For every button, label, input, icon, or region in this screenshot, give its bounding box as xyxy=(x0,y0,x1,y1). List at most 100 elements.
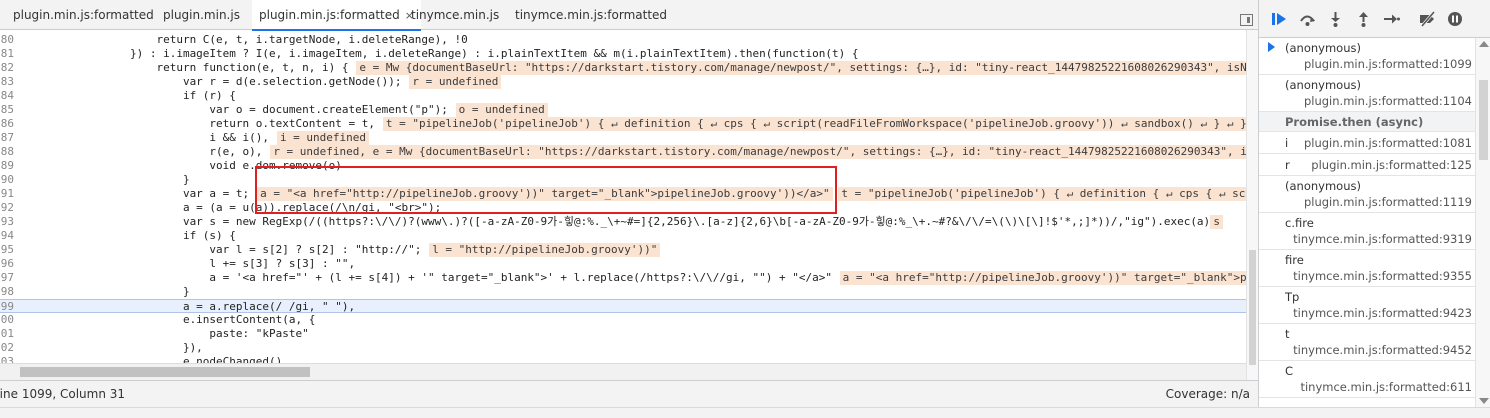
code-view[interactable]: 80 return C(e, t, i.targetNode, i.delete… xyxy=(0,30,1246,363)
call-frame-location[interactable]: tinymce.min.js:formatted:9452 xyxy=(1293,343,1472,357)
line-number[interactable]: 94 xyxy=(0,229,14,243)
call-frame[interactable]: Tp tinymce.min.js:formatted:9423 xyxy=(1259,287,1475,324)
call-frame-location[interactable]: plugin.min.js:formatted:1099 xyxy=(1304,57,1472,71)
code-line[interactable]: 84 if (r) { xyxy=(0,89,1246,103)
call-frame-location[interactable]: tinymce.min.js:formatted:611 xyxy=(1300,380,1472,394)
call-frame[interactable]: c.fire tinymce.min.js:formatted:9319 xyxy=(1259,213,1475,250)
step-into-icon[interactable] xyxy=(1327,11,1344,27)
call-frame-location[interactable]: tinymce.min.js:formatted:9423 xyxy=(1293,306,1472,320)
horizontal-scrollbar-thumb[interactable] xyxy=(20,367,310,377)
code-line[interactable]: 81 }) : i.imageItem ? I(e, i.imageItem, … xyxy=(0,47,1246,61)
call-frame[interactable]: t tinymce.min.js:formatted:9452 xyxy=(1259,324,1475,361)
step-icon[interactable] xyxy=(1383,11,1400,27)
code-line[interactable]: 94 if (s) { xyxy=(0,229,1246,243)
inline-value[interactable]: i = undefined xyxy=(276,131,370,145)
call-frame-location[interactable]: tinymce.min.js:formatted:9355 xyxy=(1293,269,1472,283)
inline-value[interactable]: a = "<a href="http://pipelineJob.groovy'… xyxy=(839,271,1246,285)
line-number[interactable]: 93 xyxy=(0,215,14,229)
line-number[interactable]: 80 xyxy=(0,33,14,47)
tab-tinymce-min-js[interactable]: tinymce.min.js xyxy=(411,0,499,30)
resume-icon[interactable] xyxy=(1271,11,1288,27)
code-line[interactable]: 90 } xyxy=(0,173,1246,187)
inline-value[interactable]: t = "pipelineJob('pipelineJob') { ↵ defi… xyxy=(382,117,1246,131)
code-line[interactable]: 93 var s = new RegExp(/((https?:\/\/)?(w… xyxy=(0,215,1246,229)
scroll-down-icon[interactable] xyxy=(1479,398,1489,404)
code-line[interactable]: 102 }), xyxy=(0,341,1246,355)
step-out-icon[interactable] xyxy=(1355,11,1372,27)
call-frame[interactable]: (anonymous) plugin.min.js:formatted:1099 xyxy=(1259,38,1475,75)
call-frame-location[interactable]: tinymce.min.js:formatted:9319 xyxy=(1293,232,1472,246)
line-number[interactable]: 88 xyxy=(0,145,14,159)
line-number[interactable]: 86 xyxy=(0,117,14,131)
code-line[interactable]: 87 i && i(), i = undefined xyxy=(0,131,1246,145)
vertical-scrollbar-thumb[interactable] xyxy=(1249,250,1256,365)
code-line[interactable]: 98 } xyxy=(0,285,1246,299)
code-line[interactable]: 103 e.nodeChanged() xyxy=(0,355,1246,363)
pause-on-exceptions-icon[interactable] xyxy=(1447,11,1464,27)
tab-tinymce-min-js-formatted[interactable]: tinymce.min.js:formatted xyxy=(515,0,667,30)
code-line[interactable]: 100 e.insertContent(a, { xyxy=(0,313,1246,327)
line-number[interactable]: 85 xyxy=(0,103,14,117)
line-number[interactable]: 83 xyxy=(0,75,14,89)
call-frame-location[interactable]: plugin.min.js:formatted:125 xyxy=(1311,158,1472,172)
scroll-up-icon[interactable] xyxy=(1479,41,1489,47)
line-number[interactable]: 82 xyxy=(0,61,14,75)
call-frame[interactable]: fire tinymce.min.js:formatted:9355 xyxy=(1259,250,1475,287)
tab-plugin-min-js[interactable]: plugin.min.js xyxy=(163,0,240,30)
line-number[interactable]: 96 xyxy=(0,257,14,271)
call-stack-scrollbar-thumb[interactable] xyxy=(1479,80,1488,160)
code-line[interactable]: 80 return C(e, t, i.targetNode, i.delete… xyxy=(0,33,1246,47)
call-frame-location[interactable]: plugin.min.js:formatted:1081 xyxy=(1304,136,1472,150)
line-number[interactable]: 103 xyxy=(0,355,14,363)
call-frame-location[interactable]: plugin.min.js:formatted:1119 xyxy=(1304,195,1472,209)
inline-value[interactable]: o = undefined xyxy=(455,103,548,117)
code-line[interactable]: 95 var l = s[2] ? s[2] : "http://"; l = "… xyxy=(0,243,1246,257)
call-frame[interactable]: r plugin.min.js:formatted:125 xyxy=(1259,154,1475,176)
tab-plugin-min-js-formatted-1[interactable]: plugin.min.js:formatted xyxy=(13,0,154,30)
inline-value[interactable]: r = undefined xyxy=(409,75,502,89)
toggle-debugger-panel-icon[interactable] xyxy=(1240,14,1253,26)
line-number[interactable]: 81 xyxy=(0,47,14,61)
inline-value[interactable]: r = undefined, e = Mw {documentBaseUrl: … xyxy=(270,145,1246,159)
deactivate-breakpoints-icon[interactable] xyxy=(1419,11,1436,27)
step-over-icon[interactable] xyxy=(1299,11,1316,27)
inline-value[interactable]: s xyxy=(1210,215,1223,229)
code-line[interactable]: 89 void e.dom.remove(o) xyxy=(0,159,1246,173)
line-number[interactable]: 99 xyxy=(0,300,14,314)
horizontal-scrollbar[interactable] xyxy=(0,363,1246,380)
call-frame[interactable]: i plugin.min.js:formatted:1081 xyxy=(1259,132,1475,154)
code-line[interactable]: 88 r(e, o), r = undefined, e = Mw {docume… xyxy=(0,145,1246,159)
code-line[interactable]: 96 l += s[3] ? s[3] : "", xyxy=(0,257,1246,271)
line-number[interactable]: 102 xyxy=(0,341,14,355)
code-line[interactable]: 83 var r = d(e.selection.getNode()); r = … xyxy=(0,75,1246,89)
line-number[interactable]: 101 xyxy=(0,327,14,341)
line-number[interactable]: 91 xyxy=(0,187,14,201)
call-frame-location[interactable]: plugin.min.js:formatted:1104 xyxy=(1304,94,1472,108)
code-line[interactable]: 97 a = '<a href="' + (l += s[4]) + '" ta… xyxy=(0,271,1246,285)
line-number[interactable]: 97 xyxy=(0,271,14,285)
tab-plugin-min-js-formatted-active[interactable]: plugin.min.js:formatted × xyxy=(252,0,421,31)
line-number[interactable]: 98 xyxy=(0,285,14,299)
inline-value[interactable]: l = "http://pipelineJob.groovy'))" xyxy=(429,243,661,257)
code-line[interactable]: 92 a = (a = u(a)).replace(/\n/gi, "<br>"… xyxy=(0,201,1246,215)
inline-value[interactable]: t = "pipelineJob('pipelineJob') { ↵ defi… xyxy=(838,187,1246,201)
vertical-scrollbar[interactable] xyxy=(1246,30,1258,380)
code-line[interactable]: 86 return o.textContent = t, t = "pipelin… xyxy=(0,117,1246,131)
line-number[interactable]: 92 xyxy=(0,201,14,215)
line-number[interactable]: 95 xyxy=(0,243,14,257)
call-stack-scrollbar[interactable] xyxy=(1475,38,1490,407)
inline-value[interactable]: a = "<a href="http://pipelineJob.groovy'… xyxy=(257,187,833,201)
inline-value[interactable]: e = Mw {documentBaseUrl: "https://darkst… xyxy=(356,61,1246,75)
code-line[interactable]: 91 var a = t; a = "<a href="http://pipeli… xyxy=(0,187,1246,201)
call-frame[interactable]: (anonymous) plugin.min.js:formatted:1104 xyxy=(1259,75,1475,112)
call-frame[interactable]: (anonymous) plugin.min.js:formatted:1119 xyxy=(1259,176,1475,213)
line-number[interactable]: 100 xyxy=(0,313,14,327)
line-number[interactable]: 84 xyxy=(0,89,14,103)
line-number[interactable]: 89 xyxy=(0,159,14,173)
code-line[interactable]: 101 paste: "kPaste" xyxy=(0,327,1246,341)
call-frame[interactable]: Ctinymce.min.js:formatted:611 xyxy=(1259,361,1475,398)
code-line[interactable]: 82 return function(e, t, n, i) {e = Mw {… xyxy=(0,61,1246,75)
line-number[interactable]: 90 xyxy=(0,173,14,187)
code-line-current[interactable]: 99 a = a.replace(/ /gi, " "), xyxy=(0,299,1246,313)
line-number[interactable]: 87 xyxy=(0,131,14,145)
